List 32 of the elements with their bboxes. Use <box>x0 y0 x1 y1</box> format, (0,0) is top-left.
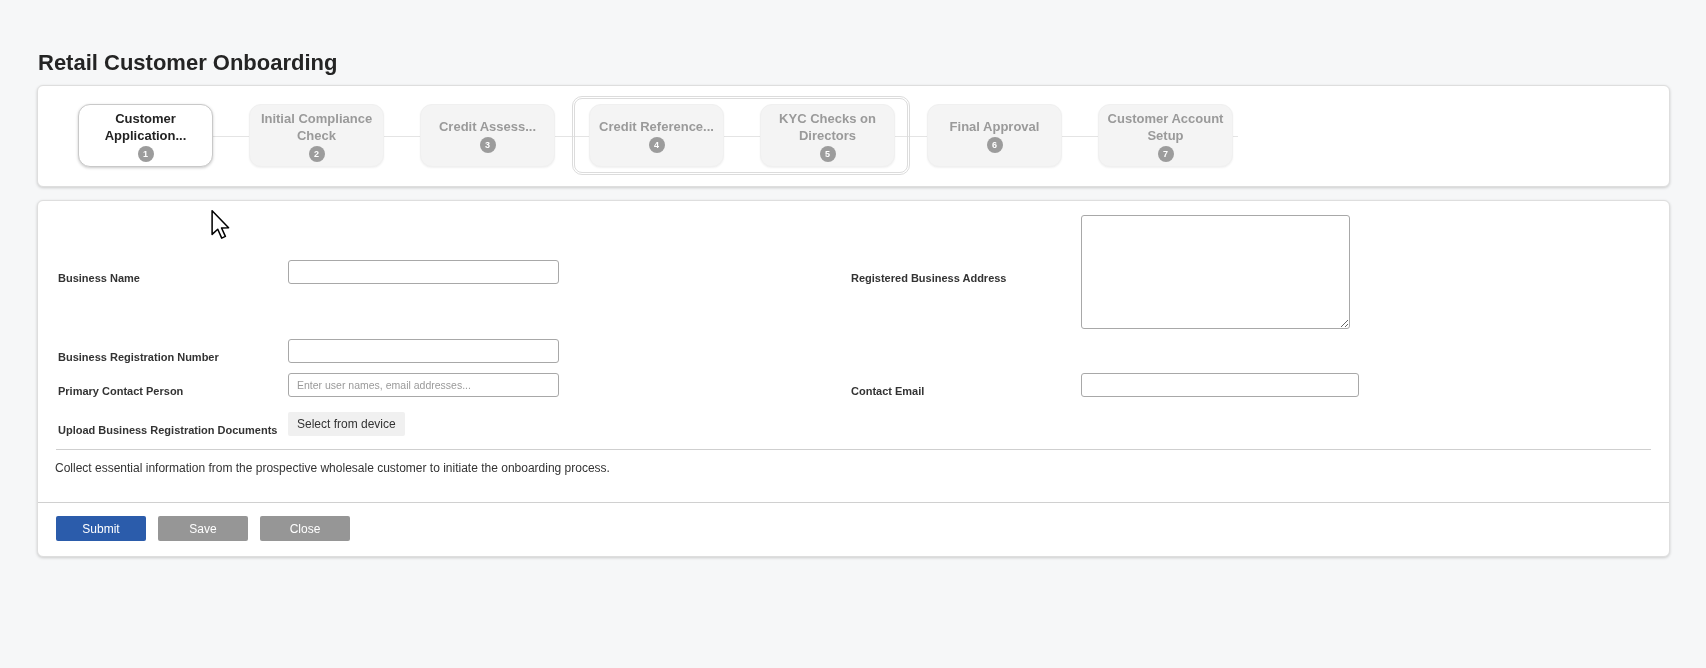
step-number-badge: 2 <box>308 145 325 162</box>
process-step[interactable]: Initial Compliance Check 2 <box>249 104 384 167</box>
field-label: Contact Email <box>851 383 925 399</box>
process-step[interactable]: Customer Application... 1 <box>78 104 213 167</box>
text-input[interactable] <box>1081 373 1359 397</box>
step-number-badge: 4 <box>648 137 665 153</box>
action-button[interactable]: Save <box>158 516 248 541</box>
text-input[interactable] <box>288 260 559 284</box>
field-label: Primary Contact Person <box>58 383 184 399</box>
process-step[interactable]: Final Approval 6 <box>927 104 1062 167</box>
process-step[interactable]: Credit Assess... 3 <box>420 104 555 167</box>
action-button[interactable]: Close <box>260 516 350 541</box>
process-step[interactable]: KYC Checks on Directors 5 <box>760 104 895 167</box>
field-label: Business Registration Number <box>58 349 219 365</box>
textarea-field[interactable] <box>1081 215 1350 329</box>
field-label: Registered Business Address <box>851 270 1007 286</box>
step-number-badge: 7 <box>1157 145 1174 162</box>
form-description: Collect essential information from the prospective wholesale customer to initiate the onboarding process. <box>55 460 610 476</box>
people-picker-input[interactable]: Enter user names, email addresses... <box>288 373 559 397</box>
page-title: Retail Customer Onboarding <box>38 49 338 77</box>
mouse-pointer-icon <box>211 210 230 239</box>
submit-button[interactable]: Submit <box>56 516 146 541</box>
step-number-badge: 6 <box>986 137 1003 153</box>
field-label: Upload Business Registration Documents <box>58 422 278 438</box>
process-step[interactable]: Credit Reference... 4 <box>589 104 724 167</box>
process-step[interactable]: Customer Account Setup 7 <box>1098 104 1233 167</box>
step-number-badge: 1 <box>137 145 154 162</box>
step-number-badge: 3 <box>479 137 496 153</box>
text-input[interactable] <box>288 339 559 363</box>
step-number-badge: 5 <box>819 145 836 162</box>
select-file-button[interactable]: Select from device <box>288 412 405 436</box>
field-label: Business Name <box>58 270 140 286</box>
